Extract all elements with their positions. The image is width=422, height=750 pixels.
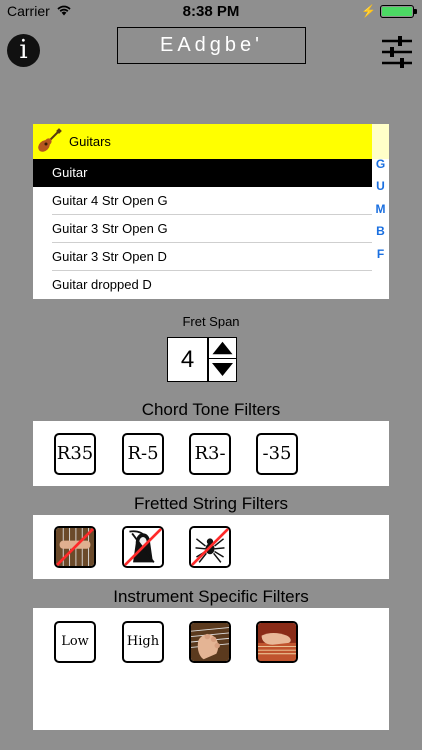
- index-letter[interactable]: U: [372, 179, 389, 193]
- filter-35-button[interactable]: -35: [256, 433, 298, 475]
- strum-hand-icon: [258, 623, 296, 661]
- no-barre-icon: [56, 528, 94, 566]
- arrow-up-icon[interactable]: [209, 338, 236, 359]
- instrument-list[interactable]: Guitars Guitar Guitar 4 Str Open G Guita…: [33, 124, 389, 299]
- chord-hand-icon: [191, 623, 229, 661]
- list-item[interactable]: Guitar 3 Str Open D: [52, 243, 372, 271]
- no-reaper-filter-button[interactable]: [122, 526, 164, 568]
- instrument-specific-filters-title: Instrument Specific Filters: [113, 587, 309, 606]
- fret-span-value: 4: [167, 337, 208, 382]
- index-letter[interactable]: F: [372, 247, 389, 261]
- no-spider-filter-button[interactable]: [189, 526, 231, 568]
- arrow-down-icon[interactable]: [209, 359, 236, 380]
- tuning-display[interactable]: EAdgbe': [117, 27, 306, 64]
- strum-hand-filter-button[interactable]: [256, 621, 298, 663]
- low-4-filter-button[interactable]: Low 4: [54, 621, 96, 663]
- instrument-specific-filters-panel: Low 4 High 4: [33, 608, 389, 730]
- list-item[interactable]: Guitar 3 Str Open G: [52, 215, 372, 243]
- no-barre-filter-button[interactable]: [54, 526, 96, 568]
- chord-tone-filters-panel: R35 R-5 R3- -35: [33, 421, 389, 486]
- charging-icon: ⚡: [361, 4, 376, 18]
- section-label: Guitars: [69, 134, 111, 149]
- high-4-filter-button[interactable]: High 4: [122, 621, 164, 663]
- list-item[interactable]: Guitar 4 Str Open G: [52, 187, 372, 215]
- no-spider-icon: [191, 528, 229, 566]
- filter-r3-button[interactable]: R3-: [189, 433, 231, 475]
- fretted-string-filters-title: Fretted String Filters: [134, 494, 288, 513]
- fretted-string-filters-panel: [33, 515, 389, 579]
- filter-r35-button[interactable]: R35: [54, 433, 96, 475]
- clock: 8:38 PM: [182, 3, 240, 20]
- list-item[interactable]: Guitar dropped D: [52, 271, 372, 299]
- sliders-settings-icon[interactable]: [380, 35, 414, 69]
- fret-span-stepper[interactable]: [208, 337, 237, 382]
- status-bar: Carrier 8:38 PM ⚡: [0, 0, 422, 22]
- chord-hand-filter-button[interactable]: [189, 621, 231, 663]
- filter-r-5-button[interactable]: R-5: [122, 433, 164, 475]
- fret-span-label: Fret Span: [182, 314, 240, 329]
- list-item[interactable]: Guitar: [33, 159, 372, 187]
- info-button[interactable]: i: [7, 34, 40, 67]
- index-letter[interactable]: B: [372, 224, 389, 238]
- battery-icon: [380, 5, 417, 18]
- no-reaper-icon: [124, 528, 162, 566]
- chord-tone-filters-title: Chord Tone Filters: [141, 400, 281, 419]
- index-letter[interactable]: G: [372, 157, 389, 171]
- section-index[interactable]: G U M B F: [372, 124, 389, 299]
- index-letter[interactable]: M: [372, 202, 389, 216]
- list-section-header: Guitars: [33, 124, 372, 159]
- guitar-icon: [38, 128, 62, 152]
